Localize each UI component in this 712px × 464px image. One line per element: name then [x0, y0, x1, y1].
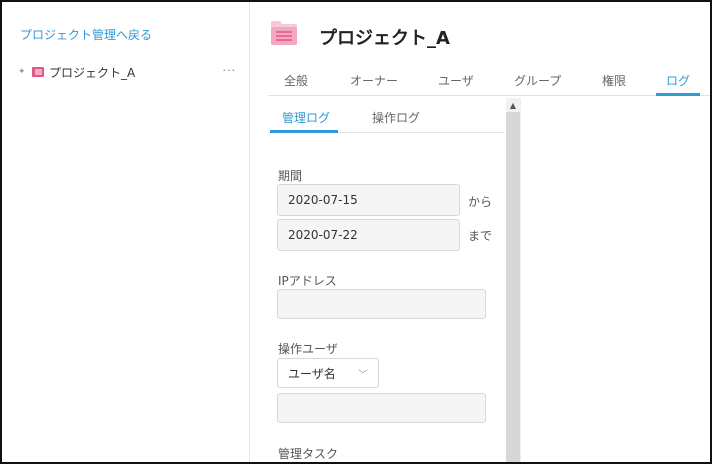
period-label: 期間 — [278, 169, 303, 183]
scroll-up-arrow-icon[interactable]: ▲ — [506, 98, 520, 112]
tab-permissions[interactable]: 権限 — [602, 72, 626, 89]
subtab-operation-log[interactable]: 操作ログ — [372, 109, 420, 126]
log-filter-panel: 管理ログ 操作ログ 期間 2020-07-15 から 2020-07-22 まで… — [268, 97, 504, 462]
user-name-input[interactable] — [277, 393, 486, 423]
active-tab-indicator — [656, 93, 700, 96]
tab-groups[interactable]: グループ — [514, 72, 561, 89]
user-filter-select[interactable]: ユーザ名 ﹀ — [277, 358, 379, 388]
date-to-field[interactable]: 2020-07-22 — [277, 219, 460, 251]
more-options-icon[interactable]: ··· — [223, 64, 237, 77]
user-select-value: ユーザ名 — [288, 366, 336, 381]
folder-list-icon — [32, 67, 44, 77]
ip-address-input[interactable] — [277, 289, 486, 319]
date-from-field[interactable]: 2020-07-15 — [277, 184, 460, 216]
from-suffix: から — [468, 195, 493, 209]
page-title: プロジェクト_A — [319, 28, 450, 49]
subtab-admin-log[interactable]: 管理ログ — [282, 109, 330, 126]
sidebar: プロジェクト管理へ戻る ✦ プロジェクト_A ··· — [2, 2, 250, 462]
tree-item-project[interactable]: ✦ プロジェクト_A ··· — [18, 62, 244, 82]
panel-scrollbar[interactable] — [506, 98, 520, 462]
tab-users[interactable]: ユーザ — [438, 72, 474, 89]
operation-user-label: 操作ユーザ — [278, 342, 338, 356]
tab-log[interactable]: ログ — [666, 72, 690, 89]
tree-expand-icon[interactable]: ✦ — [18, 67, 32, 77]
tab-general[interactable]: 全般 — [284, 72, 308, 89]
tree-item-label: プロジェクト_A — [49, 65, 136, 80]
back-to-project-management-link[interactable]: プロジェクト管理へ戻る — [20, 26, 152, 43]
main-tabs: 全般 オーナー ユーザ グループ 権限 ログ — [268, 66, 710, 96]
admin-task-label: 管理タスク — [278, 447, 339, 461]
ip-address-label: IPアドレス — [278, 274, 337, 288]
project-folder-icon — [271, 21, 297, 45]
active-subtab-indicator — [270, 130, 338, 133]
log-results-pane — [520, 98, 710, 462]
tab-owner[interactable]: オーナー — [350, 72, 398, 89]
to-suffix: まで — [468, 229, 493, 243]
chevron-down-icon: ﹀ — [358, 369, 368, 381]
log-subtabs: 管理ログ 操作ログ — [268, 97, 504, 133]
